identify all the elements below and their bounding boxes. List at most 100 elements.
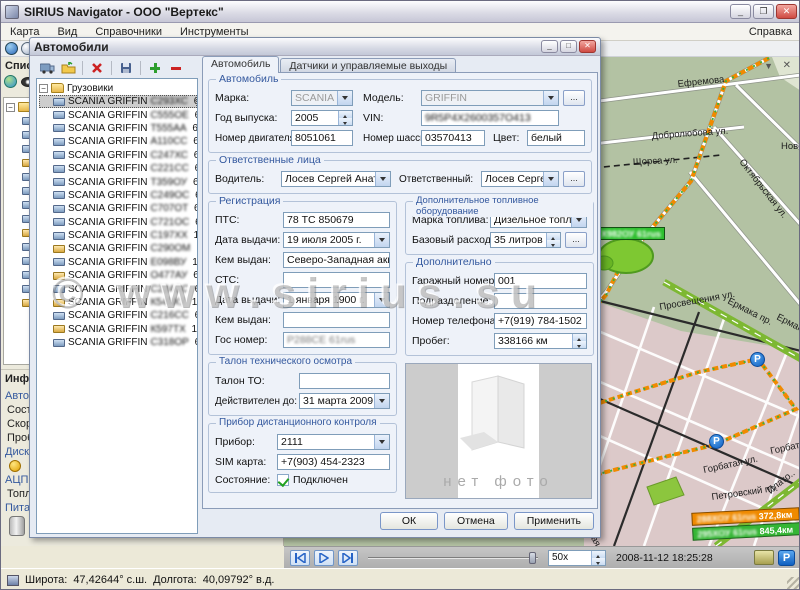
open-folder-icon[interactable] bbox=[59, 60, 77, 76]
sts-issued-field[interactable] bbox=[283, 312, 390, 328]
phone-label: Номер телефона: bbox=[412, 315, 494, 327]
chevron-down-icon[interactable] bbox=[543, 91, 558, 105]
tree-item[interactable]: SCANIA GRIFFIN С555ОЕ 61rus bbox=[39, 108, 197, 121]
tree-item[interactable]: SCANIA GRIFFIN С216СС 61rus bbox=[39, 309, 197, 322]
close-button[interactable]: ✕ bbox=[776, 4, 797, 19]
phone-field[interactable]: +7(919) 784-1502 bbox=[494, 313, 587, 329]
tree-item[interactable]: SCANIA GRIFFIN С293ХС 61rus bbox=[39, 95, 197, 108]
pts-field[interactable]: 78 ТС 850679 bbox=[283, 212, 390, 228]
menu-item-help[interactable]: Справка bbox=[740, 25, 800, 39]
restore-button[interactable]: ❐ bbox=[753, 4, 774, 19]
slider-thumb[interactable] bbox=[529, 552, 536, 564]
tree-item[interactable]: SCANIA GRIFFIN С249ОС 61rus bbox=[39, 189, 197, 202]
expander-icon[interactable]: − bbox=[6, 103, 15, 112]
dialog-maximize-button[interactable]: □ bbox=[560, 40, 577, 53]
vin-field[interactable]: 9R5Р4Х2600357О413 bbox=[421, 110, 559, 126]
minimize-button[interactable]: _ bbox=[730, 4, 751, 19]
panel-collapse-icon[interactable]: ▼ bbox=[764, 61, 773, 71]
parking-marker[interactable]: P bbox=[709, 434, 724, 449]
tree-item[interactable]: SCANIA GRIFFIN Т555АА 61rus bbox=[39, 122, 197, 135]
responsible-select[interactable]: Лосев Сергей Анатоль bbox=[481, 171, 559, 187]
connected-checkbox[interactable] bbox=[277, 474, 289, 486]
tree-item[interactable]: SCANIA GRIFFIN С247ХС 61rus bbox=[39, 149, 197, 162]
chevron-down-icon[interactable] bbox=[374, 293, 389, 307]
skip-start-button[interactable] bbox=[290, 550, 310, 566]
parking-toggle-icon[interactable]: P bbox=[778, 550, 795, 566]
color-field[interactable]: белый bbox=[527, 130, 585, 146]
apply-button[interactable]: Применить bbox=[514, 512, 594, 530]
chevron-down-icon[interactable] bbox=[337, 91, 352, 105]
tree-item[interactable]: SCANIA GRIFFIN С707ОТ 61rus bbox=[39, 202, 197, 215]
timeline-slider[interactable] bbox=[368, 550, 538, 566]
delete-icon[interactable] bbox=[88, 60, 106, 76]
chevron-down-icon[interactable] bbox=[543, 172, 558, 186]
tree-item[interactable]: SCANIA GRIFFIN О477АУ 61rus bbox=[39, 269, 197, 282]
tree-item[interactable]: SCANIA GRIFFIN С318ОР 61rus bbox=[39, 336, 197, 349]
save-icon[interactable] bbox=[117, 60, 135, 76]
chevron-down-icon[interactable] bbox=[374, 435, 389, 449]
tree-item[interactable]: SCANIA GRIFFIN Т359ОУ 61rus bbox=[39, 175, 197, 188]
globe-icon[interactable] bbox=[4, 75, 17, 88]
tab-sensors[interactable]: Датчики и управляемые выходы bbox=[280, 58, 456, 73]
engine-field[interactable]: 8051061 bbox=[291, 130, 353, 146]
chassis-field[interactable]: 03570413 bbox=[421, 130, 485, 146]
sts-date-picker[interactable]: 1 января 1900 г. bbox=[283, 292, 390, 308]
panel-close-icon[interactable]: ✕ bbox=[783, 61, 791, 71]
pts-date-picker[interactable]: 19 июля 2005 г. bbox=[283, 232, 390, 248]
consumption-browse-button[interactable]: ... bbox=[565, 232, 587, 248]
tree-item[interactable]: SCANIA GRIFFIN Е098ВУ 161rus bbox=[39, 256, 197, 269]
resize-grip[interactable] bbox=[787, 577, 799, 589]
follow-vehicle-icon[interactable] bbox=[754, 550, 774, 565]
skip-end-button[interactable] bbox=[338, 550, 358, 566]
globe-tool-icon[interactable] bbox=[5, 42, 18, 55]
marka-select[interactable]: SCANIA bbox=[291, 90, 353, 106]
consumption-stepper[interactable]: 35 литров bbox=[490, 232, 561, 248]
division-field[interactable] bbox=[494, 293, 587, 309]
model-browse-button[interactable]: ... bbox=[563, 90, 585, 106]
truck-icon bbox=[53, 165, 65, 173]
ok-button[interactable]: ОК bbox=[380, 512, 438, 530]
garage-field[interactable]: 001 bbox=[494, 273, 587, 289]
pts-issued-field[interactable]: Северо-Западная акцизная т bbox=[283, 252, 390, 268]
add-icon[interactable] bbox=[146, 60, 164, 76]
model-select[interactable]: GRIFFIN bbox=[421, 90, 559, 106]
parking-marker[interactable]: P bbox=[750, 352, 765, 367]
gos-number-field[interactable]: Р288СЕ 61rus bbox=[283, 332, 390, 348]
vehicle-card-icon[interactable] bbox=[38, 60, 56, 76]
ticket-field[interactable] bbox=[299, 373, 390, 389]
tree-item[interactable]: SCANIA GRIFFIN К597ТХ 161rus bbox=[39, 323, 197, 336]
persons-browse-button[interactable]: ... bbox=[563, 171, 585, 187]
tree-item[interactable]: SCANIA GRIFFIN С197ХХ 161rus bbox=[39, 229, 197, 242]
year-stepper[interactable]: 2005 bbox=[291, 110, 353, 126]
mileage-stepper[interactable]: 338166 км bbox=[494, 333, 587, 349]
street-name-label: Новочерк bbox=[781, 141, 800, 152]
remove-icon[interactable] bbox=[167, 60, 185, 76]
expander-icon[interactable]: − bbox=[39, 84, 48, 93]
group-vehicle: Автомобиль Марка: SCANIA Модель: GRIFFIN… bbox=[208, 79, 592, 153]
device-select[interactable]: 2111 bbox=[277, 434, 390, 450]
truck-icon bbox=[53, 339, 65, 347]
tree-item[interactable]: SCANIA GRIFFIN А110СС 61rus bbox=[39, 135, 197, 148]
play-button[interactable] bbox=[314, 550, 334, 566]
sts-label: СТС: bbox=[215, 274, 283, 286]
dialog-close-button[interactable]: ✕ bbox=[579, 40, 596, 53]
tree-item[interactable]: SCANIA GRIFFIN С721ОС 61rus bbox=[39, 216, 197, 229]
chevron-down-icon[interactable] bbox=[375, 172, 390, 186]
speed-stepper[interactable]: 50x bbox=[548, 550, 606, 566]
tree-item[interactable]: SCANIA GRIFFIN С224СС 61rus bbox=[39, 282, 197, 295]
chevron-down-icon[interactable] bbox=[374, 233, 389, 247]
sim-field[interactable]: +7(903) 454-2323 bbox=[277, 454, 390, 470]
valid-until-picker[interactable]: 31 марта 2009 г. bbox=[299, 393, 390, 409]
chevron-down-icon[interactable] bbox=[374, 394, 389, 408]
cancel-button[interactable]: Отмена bbox=[444, 512, 508, 530]
sts-field[interactable] bbox=[283, 272, 390, 288]
tree-item[interactable]: SCANIA GRIFFIN С290ОМ 161rus bbox=[39, 242, 197, 255]
dialog-minimize-button[interactable]: _ bbox=[541, 40, 558, 53]
tree-item[interactable]: SCANIA GRIFFIN С221СС 61rus bbox=[39, 162, 197, 175]
dialog-vehicle-tree[interactable]: − Грузовики SCANIA GRIFFIN С293ХС 61rusS… bbox=[36, 78, 198, 534]
dialog-toolbar bbox=[36, 58, 198, 78]
driver-select[interactable]: Лосев Сергей Анатоль bbox=[281, 171, 391, 187]
tree-root-label[interactable]: Грузовики bbox=[67, 83, 113, 94]
tree-item[interactable]: SCANIA GRIFFIN К549ХУ 161rus bbox=[39, 296, 197, 309]
tab-vehicle[interactable]: Автомобиль bbox=[202, 56, 279, 73]
